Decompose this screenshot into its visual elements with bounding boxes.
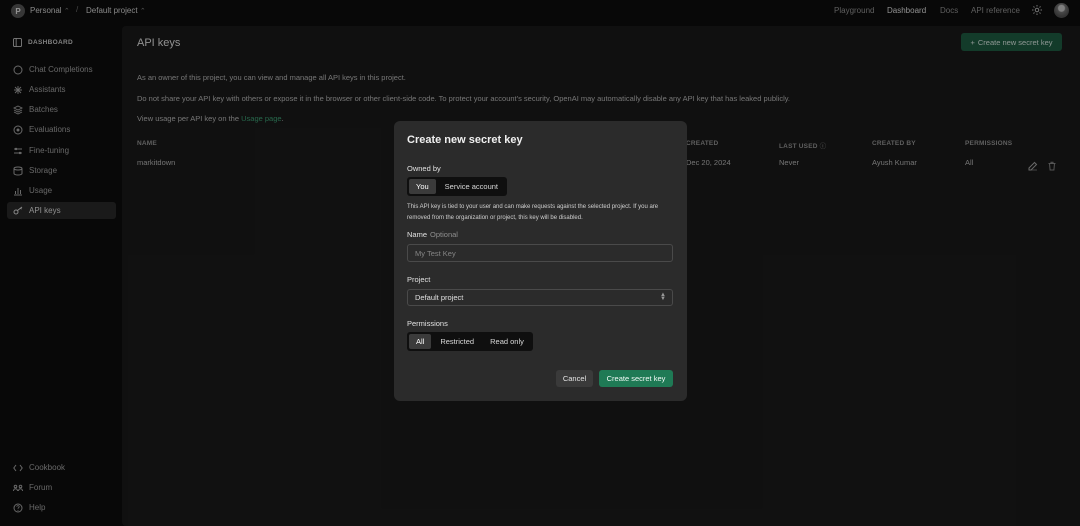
owned-by-toggle: You Service account xyxy=(407,177,508,196)
owned-by-service-account-option[interactable]: Service account xyxy=(438,179,505,194)
cancel-button[interactable]: Cancel xyxy=(556,370,593,387)
project-select[interactable]: Default project ▲ ▼ xyxy=(407,289,673,306)
optional-hint: Optional xyxy=(430,230,458,239)
permissions-read-only-option[interactable]: Read only xyxy=(483,334,531,349)
chevron-updown-icon: ▲ ▼ xyxy=(660,292,666,302)
project-select-value: Default project xyxy=(415,293,464,302)
permissions-restricted-option[interactable]: Restricted xyxy=(433,334,481,349)
key-name-input[interactable] xyxy=(407,244,673,262)
create-secret-key-dialog: Create new secret key Owned by You Servi… xyxy=(394,121,687,401)
permissions-toggle: All Restricted Read only xyxy=(407,332,533,351)
name-label-text: Name xyxy=(407,230,428,239)
ownership-note: This API key is tied to your user and ca… xyxy=(407,204,659,221)
permissions-label: Permissions xyxy=(407,319,448,328)
owned-by-you-option[interactable]: You xyxy=(409,179,436,194)
permissions-all-option[interactable]: All xyxy=(409,334,432,349)
owned-by-label: Owned by xyxy=(407,164,441,173)
dialog-title: Create new secret key xyxy=(407,134,523,146)
create-secret-key-button[interactable]: Create secret key xyxy=(599,370,673,387)
project-label: Project xyxy=(407,275,431,284)
name-label: Name Optional xyxy=(407,230,458,239)
